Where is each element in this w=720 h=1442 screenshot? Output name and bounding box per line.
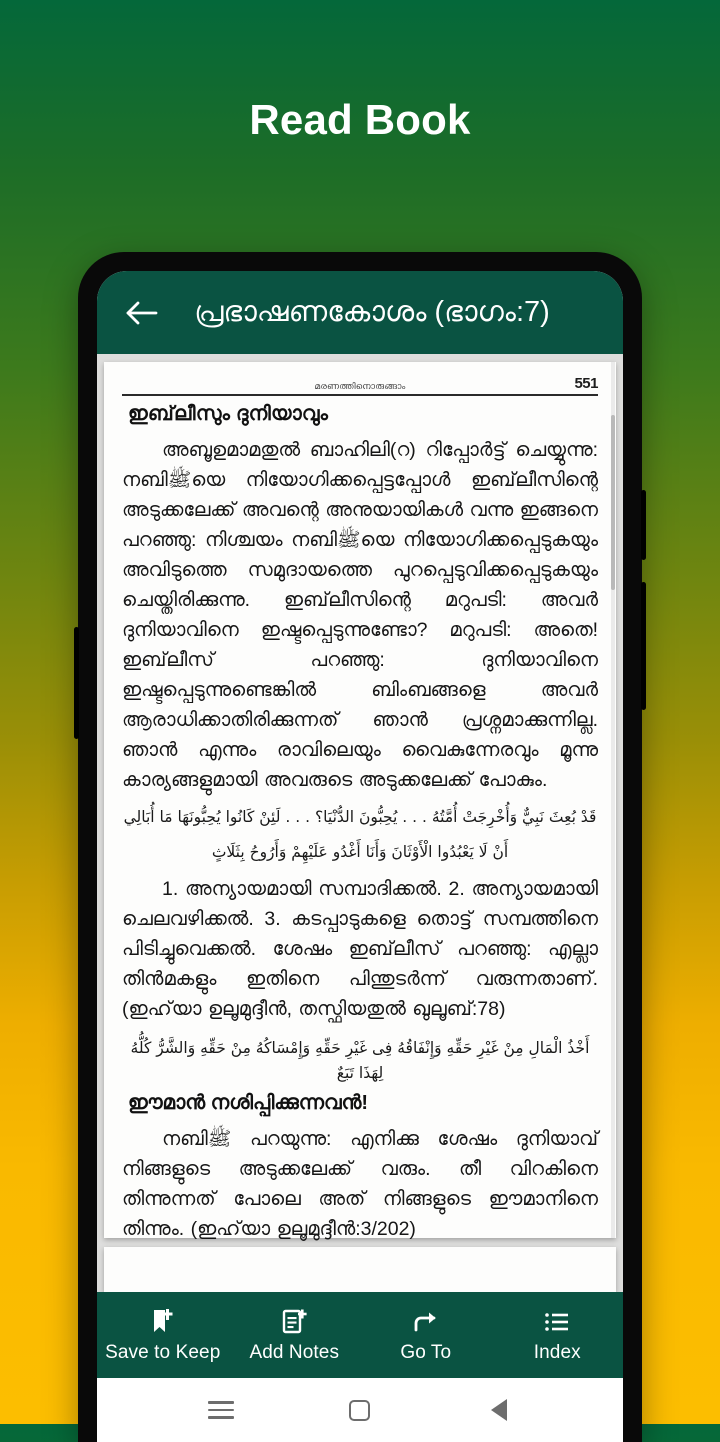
home-square-icon	[349, 1399, 371, 1421]
bookmark-add-icon	[148, 1307, 178, 1337]
android-back-button[interactable]	[475, 1386, 523, 1434]
list-icon	[542, 1307, 572, 1337]
next-book-page-card[interactable]	[104, 1247, 616, 1292]
add-notes-label: Add Notes	[249, 1341, 340, 1363]
reader-area[interactable]: മരണത്തിനൊരുങ്ങാം 551 ഇബ്‌ലീസും ദുനിയാവും…	[97, 354, 623, 1292]
go-to-button[interactable]: Go To	[360, 1292, 492, 1378]
app-bar-title: പ്രഭാഷണകോശം (ഭാഗം:7)	[194, 296, 550, 328]
add-notes-button[interactable]: Add Notes	[229, 1292, 361, 1378]
android-nav-bar	[97, 1378, 623, 1442]
running-header: മരണത്തിനൊരുങ്ങാം 551	[122, 375, 598, 396]
page-number: 551	[574, 375, 598, 392]
note-add-icon	[279, 1307, 309, 1337]
running-header-text: മരണത്തിനൊരുങ്ങാം	[314, 381, 406, 391]
back-triangle-icon	[491, 1399, 508, 1421]
phone-side-button-right-bottom	[641, 582, 646, 710]
page-scrollbar-thumb[interactable]	[611, 414, 615, 590]
body-paragraph-1: അബൂഉമാമതുൽ ബാഹിലി(റ) റിപ്പോർട്ട് ചെയ്യുന…	[122, 439, 598, 791]
body-paragraph-3: നബിﷺ പറയുന്നു: എനിക്കു ശേഷം ദുനിയാവ് നിങ…	[122, 1128, 598, 1240]
phone-side-button-left	[74, 627, 79, 739]
save-to-keep-button[interactable]: Save to Keep	[97, 1292, 229, 1378]
index-label: Index	[533, 1341, 581, 1363]
phone-mockup: പ്രഭാഷണകോശം (ഭാഗം:7) മരണത്തിനൊരുങ്ങാം 55…	[74, 252, 646, 1442]
arrow-left-icon	[126, 301, 158, 324]
arabic-quote-1-line-2: أَنْ لَا يَعْبُدُوا الْأَوْثَانَ وَأَنَا…	[211, 843, 509, 861]
phone-screen: പ്രഭാഷണകോശം (ഭാഗം:7) മരണത്തിനൊരുങ്ങാം 55…	[97, 271, 623, 1442]
phone-side-button-right-top	[641, 490, 646, 560]
arrow-forward-icon	[411, 1307, 441, 1337]
save-to-keep-label: Save to Keep	[105, 1341, 221, 1363]
home-button[interactable]	[336, 1386, 384, 1434]
arabic-quote-2: أَخْذُ الْمَالِ مِنْ غَيْرِ حَقِّهِ وَإِ…	[130, 1039, 590, 1082]
arabic-quote-1-line-1: قَدْ بُعِثَ نَبِيٌّ وَأُخْرِجَتْ أُمَّتُ…	[123, 808, 597, 826]
go-to-label: Go To	[400, 1341, 452, 1363]
subsection-title: ഈമാൻ നശിപ്പിക്കുന്നവൻ!	[128, 1092, 369, 1114]
app-bar: പ്രഭാഷണകോശം (ഭാഗം:7)	[97, 271, 623, 354]
menu-icon	[207, 1396, 234, 1424]
body-paragraph-2: 1. അന്യായമായി സമ്പാദിക്കൽ. 2. അന്യായമായി…	[122, 878, 598, 1020]
back-button[interactable]	[119, 290, 165, 336]
book-page-card[interactable]: മരണത്തിനൊരുങ്ങാം 551 ഇബ്‌ലീസും ദുനിയാവും…	[104, 362, 616, 1277]
index-button[interactable]: Index	[492, 1292, 624, 1378]
recents-button[interactable]	[197, 1386, 245, 1434]
section-title: ഇബ്‌ലീസും ദുനിയാവും	[128, 403, 329, 425]
page-title: Read Book	[249, 96, 471, 143]
bottom-toolbar: Save to Keep Add Notes Go To Index	[97, 1292, 623, 1378]
